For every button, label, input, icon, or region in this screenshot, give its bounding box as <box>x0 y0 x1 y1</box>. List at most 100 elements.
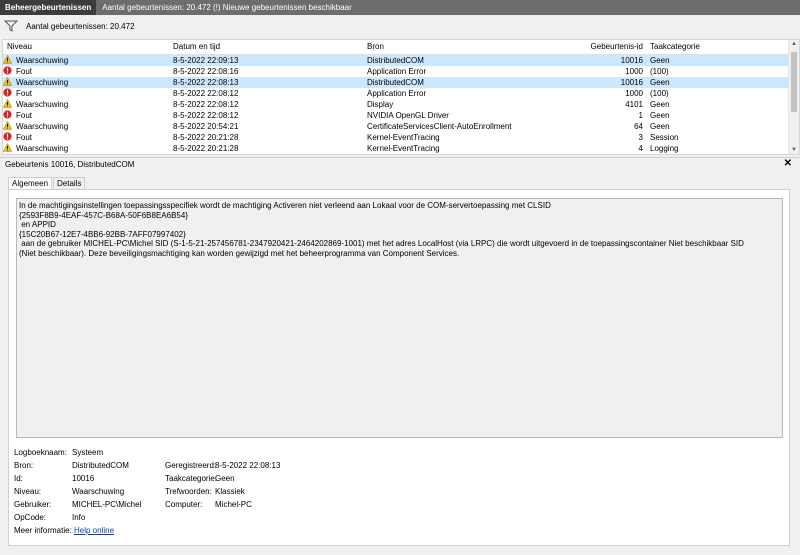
cell-date: 8-5-2022 22:08:12 <box>173 100 239 109</box>
filter-bar: Aantal gebeurtenissen: 20.472 <box>0 15 800 37</box>
warning-icon <box>3 120 13 130</box>
cell-task-category: Session <box>650 133 679 142</box>
column-header-source[interactable]: Bron <box>367 42 384 51</box>
warning-icon <box>3 142 13 152</box>
table-header: Niveau Datum en tijd Bron Gebeurtenis-id… <box>3 40 789 55</box>
event-description-box[interactable]: In de machtigingsinstellingen toepassing… <box>16 198 783 438</box>
recorded-value: 8-5-2022 22:08:13 <box>215 461 281 470</box>
error-icon <box>3 88 12 97</box>
scroll-up-icon[interactable]: ▲ <box>791 41 797 47</box>
title-bar: Beheergebeurtenissen Aantal gebeurteniss… <box>0 0 800 15</box>
more-info-label: Meer informatie: <box>14 526 72 535</box>
cell-source: Kernel-EventTracing <box>367 144 440 153</box>
detail-title: Gebeurtenis 10016, DistributedCOM <box>5 160 135 169</box>
keywords-value: Klassiek <box>215 487 245 496</box>
cell-level: Fout <box>16 111 33 120</box>
scroll-down-icon[interactable]: ▼ <box>791 147 797 153</box>
tab-general[interactable]: Algemeen <box>8 177 53 189</box>
cell-source: Application Error <box>367 89 427 98</box>
cell-task-category: Logging <box>650 144 679 153</box>
cell-date: 8-5-2022 20:21:28 <box>173 133 239 142</box>
event-description: In de machtigingsinstellingen toepassing… <box>19 201 744 258</box>
cell-event-id: 1000 <box>625 67 643 76</box>
cell-event-id: 4 <box>638 144 643 153</box>
cell-level: Fout <box>16 133 33 142</box>
opcode-value: Info <box>72 513 86 522</box>
cell-event-id: 10016 <box>620 56 643 65</box>
source-label: Bron: <box>14 461 34 470</box>
cell-source: DistributedCOM <box>367 56 424 65</box>
column-header-date[interactable]: Datum en tijd <box>173 42 220 51</box>
cell-level: Waarschuwing <box>16 144 69 153</box>
table-row[interactable]: Fout 8-5-2022 20:21:28 Kernel-EventTracing… <box>3 132 789 143</box>
table-row[interactable]: Fout 8-5-2022 22:08:16 Application Error 10… <box>3 66 789 77</box>
cell-event-id: 64 <box>634 122 643 131</box>
warning-icon <box>3 76 13 86</box>
cell-date: 8-5-2022 22:08:12 <box>173 89 239 98</box>
cell-task-category: (100) <box>650 89 669 98</box>
recorded-label: Geregistreerd: <box>165 461 217 470</box>
description-scrollbar[interactable] <box>772 199 782 437</box>
table-row[interactable]: Waarschuwing 8-5-2022 22:09:13 Distributed… <box>3 54 789 66</box>
error-icon <box>3 132 12 141</box>
cell-source: Kernel-EventTracing <box>367 133 440 142</box>
cell-date: 8-5-2022 22:09:13 <box>173 56 239 65</box>
help-online-link[interactable]: Help online <box>74 526 114 535</box>
cell-event-id: 1000 <box>625 89 643 98</box>
cell-task-category: Geen <box>650 56 670 65</box>
computer-label: Computer: <box>165 500 203 509</box>
cell-source: DistributedCOM <box>367 78 424 87</box>
level-label: Niveau: <box>14 487 42 496</box>
table-row[interactable]: Fout 8-5-2022 22:08:12 Application Error 10… <box>3 88 789 99</box>
cell-level: Waarschuwing <box>16 56 69 65</box>
table-row[interactable]: Waarschuwing 8-5-2022 20:54:21 Certificate… <box>3 120 789 132</box>
warning-icon <box>3 54 13 64</box>
table-row[interactable]: Waarschuwing 8-5-2022 22:08:12 Display 4101… <box>3 98 789 110</box>
user-label: Gebruiker: <box>14 500 52 509</box>
warning-icon <box>3 98 13 108</box>
cell-level: Waarschuwing <box>16 78 69 87</box>
cell-task-category: (100) <box>650 67 669 76</box>
task-category-value: Geen <box>215 474 235 483</box>
cell-event-id: 4101 <box>625 100 643 109</box>
cell-task-category: Geen <box>650 122 670 131</box>
close-icon[interactable]: ✕ <box>784 158 792 169</box>
filter-icon[interactable] <box>4 20 18 32</box>
error-icon <box>3 110 12 119</box>
cell-date: 8-5-2022 22:08:16 <box>173 67 239 76</box>
error-icon <box>3 66 12 75</box>
cell-source: Display <box>367 100 394 109</box>
table-row[interactable]: Waarschuwing 8-5-2022 22:08:13 Distributed… <box>3 76 789 88</box>
general-panel: In de machtigingsinstellingen toepassing… <box>8 189 790 546</box>
table-row[interactable]: Waarschuwing 8-5-2022 20:21:28 Kernel-Even… <box>3 142 789 154</box>
cell-event-id: 10016 <box>620 78 643 87</box>
task-category-label: Taakcategorie: <box>165 474 218 483</box>
event-id-label: Id: <box>14 474 23 483</box>
scroll-thumb[interactable] <box>791 52 797 112</box>
source-value: DistributedCOM <box>72 461 129 470</box>
cell-date: 8-5-2022 22:08:13 <box>173 78 239 87</box>
keywords-label: Trefwoorden: <box>165 487 212 496</box>
column-header-level[interactable]: Niveau <box>7 42 32 51</box>
cell-level: Waarschuwing <box>16 122 69 131</box>
table-row[interactable]: Fout 8-5-2022 22:08:12 NVIDIA OpenGL Drive… <box>3 110 789 121</box>
tab-details[interactable]: Details <box>53 177 86 189</box>
cell-task-category: Geen <box>650 111 670 120</box>
cell-source: CertificateServicesClient-AutoEnrollment <box>367 122 512 131</box>
cell-event-id: 3 <box>638 133 643 142</box>
cell-date: 8-5-2022 20:21:28 <box>173 144 239 153</box>
cell-event-id: 1 <box>638 111 643 120</box>
cell-date: 8-5-2022 20:54:21 <box>173 122 239 131</box>
detail-header: Gebeurtenis 10016, DistributedCOM ✕ <box>0 157 800 170</box>
filter-count-label: Aantal gebeurtenissen: 20.472 <box>26 21 135 31</box>
cell-level: Waarschuwing <box>16 100 69 109</box>
cell-task-category: Geen <box>650 78 670 87</box>
log-name-value: Systeem <box>72 448 104 457</box>
cell-task-category: Geen <box>650 100 670 109</box>
table-scrollbar[interactable]: ▲ ▼ <box>788 40 799 154</box>
column-header-task-category[interactable]: Taakcategorie <box>650 42 700 51</box>
cell-level: Fout <box>16 89 33 98</box>
event-count-notice: Aantal gebeurtenissen: 20.472 (!) Nieuwe… <box>102 3 352 12</box>
column-header-event-id[interactable]: Gebeurtenis-id <box>586 42 643 51</box>
user-value: MICHEL-PC\Michel <box>72 500 142 509</box>
